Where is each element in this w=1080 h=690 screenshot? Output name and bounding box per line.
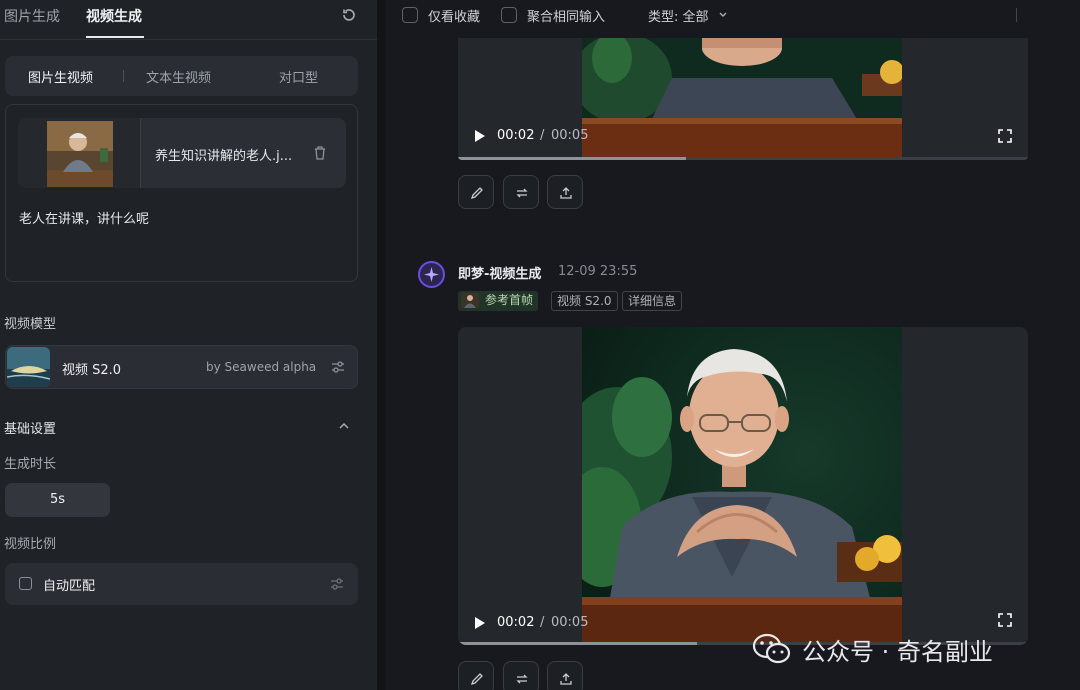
filter-bar: 仅看收藏 聚合相同输入 类型: 全部 — [386, 0, 1080, 32]
reference-frame-tag[interactable]: 参考首帧 — [458, 291, 539, 311]
message-time: 12-09 23:55 — [558, 264, 638, 279]
uploaded-image-thumbnail — [18, 118, 141, 188]
time-separator: / — [540, 615, 545, 630]
fullscreen-icon[interactable] — [998, 613, 1012, 627]
model-tag[interactable]: 视频 S2.0 — [551, 291, 618, 311]
active-tab-indicator — [86, 36, 144, 38]
video-player[interactable]: 00:02 / 00:05 — [458, 327, 1028, 645]
current-time: 00:02 — [497, 615, 535, 630]
upload-icon — [560, 187, 572, 199]
message-title: 即梦-视频生成 — [458, 267, 542, 282]
pencil-icon — [470, 673, 483, 686]
model-selector[interactable]: 视频 S2.0 by Seaweed alpha — [5, 345, 358, 389]
fullscreen-icon[interactable] — [998, 129, 1012, 143]
basic-settings-label: 基础设置 — [4, 422, 57, 437]
video-frame-image — [582, 327, 902, 645]
play-icon[interactable] — [474, 616, 486, 630]
ratio-label: 视频比例 — [4, 537, 57, 552]
play-icon[interactable] — [474, 129, 486, 143]
regenerate-button[interactable] — [503, 175, 539, 209]
uploaded-image-card[interactable]: 养生知识讲解的老人.j... — [18, 118, 346, 188]
prompt-box[interactable]: 养生知识讲解的老人.j... 老人在讲课，讲什么呢 — [5, 104, 358, 282]
wechat-icon — [752, 633, 791, 664]
sliders-icon[interactable] — [329, 576, 345, 592]
total-time: 00:05 — [551, 615, 589, 630]
duration-label: 生成时长 — [4, 457, 57, 472]
pencil-icon — [470, 187, 483, 200]
mode-text-to-video[interactable]: 文本生视频 — [146, 67, 211, 86]
ratio-selector[interactable]: 自动匹配 — [5, 563, 358, 605]
current-time: 00:02 — [497, 128, 535, 143]
share-button[interactable] — [547, 175, 583, 209]
model-thumbnail — [7, 347, 50, 387]
refresh-icon[interactable] — [340, 6, 358, 24]
prompt-text[interactable]: 老人在讲课，讲什么呢 — [19, 208, 149, 227]
group-same-input-label[interactable]: 聚合相同输入 — [527, 6, 605, 25]
group-checkbox[interactable] — [501, 7, 517, 23]
chevron-down-icon[interactable] — [718, 10, 728, 20]
upload-icon — [560, 673, 572, 685]
regenerate-button[interactable] — [503, 661, 539, 690]
mode-divider — [123, 70, 124, 82]
share-button[interactable] — [547, 661, 583, 690]
progress-fill — [458, 157, 686, 160]
repeat-icon — [516, 674, 528, 684]
progress-bar[interactable] — [458, 157, 1028, 160]
top-tabs: 图片生成 视频生成 — [0, 0, 377, 40]
auto-match-checkbox[interactable] — [19, 577, 32, 590]
left-panel: 图片生成 视频生成 图片生视频 文本生视频 对口型 养生知识讲解的老人.j...… — [0, 0, 377, 690]
uploaded-file-name: 养生知识讲解的老人.j... — [155, 149, 293, 164]
trash-icon[interactable] — [313, 145, 327, 161]
model-name: 视频 S2.0 — [62, 363, 122, 378]
ratio-option: 自动匹配 — [43, 579, 96, 594]
mode-selector: 图片生视频 文本生视频 对口型 — [5, 56, 358, 96]
duration-option-5s[interactable]: 5s — [5, 483, 110, 517]
edit-button[interactable] — [458, 175, 494, 209]
bot-avatar — [418, 261, 445, 288]
sliders-icon[interactable] — [330, 359, 346, 375]
mode-image-to-video[interactable]: 图片生视频 — [28, 67, 93, 86]
model-provider: by Seaweed alpha — [206, 360, 317, 374]
mode-lip-sync[interactable]: 对口型 — [279, 67, 318, 86]
video-controls: 00:02 / 00:05 — [458, 116, 1028, 156]
favorites-only-label[interactable]: 仅看收藏 — [428, 6, 480, 25]
details-tag[interactable]: 详细信息 — [622, 291, 683, 311]
sparkle-icon — [424, 267, 439, 282]
tab-image-generation[interactable]: 图片生成 — [4, 6, 60, 26]
model-section-label: 视频模型 — [4, 317, 57, 332]
edit-button[interactable] — [458, 661, 494, 690]
reference-frame-label: 参考首帧 — [485, 293, 534, 307]
type-filter-dropdown[interactable]: 类型: 全部 — [648, 6, 709, 25]
favorites-checkbox[interactable] — [402, 7, 418, 23]
panel-divider — [377, 0, 386, 690]
repeat-icon — [516, 188, 528, 198]
total-time: 00:05 — [551, 128, 589, 143]
progress-fill — [458, 642, 698, 645]
video-player[interactable]: 00:02 / 00:05 — [458, 38, 1028, 160]
watermark-text: 公众号 · 奇名副业 — [802, 638, 993, 666]
chevron-up-icon[interactable] — [337, 419, 351, 433]
time-separator: / — [540, 128, 545, 143]
filter-divider — [1016, 8, 1017, 22]
reference-thumbnail — [461, 293, 479, 308]
tab-video-generation[interactable]: 视频生成 — [86, 6, 142, 26]
